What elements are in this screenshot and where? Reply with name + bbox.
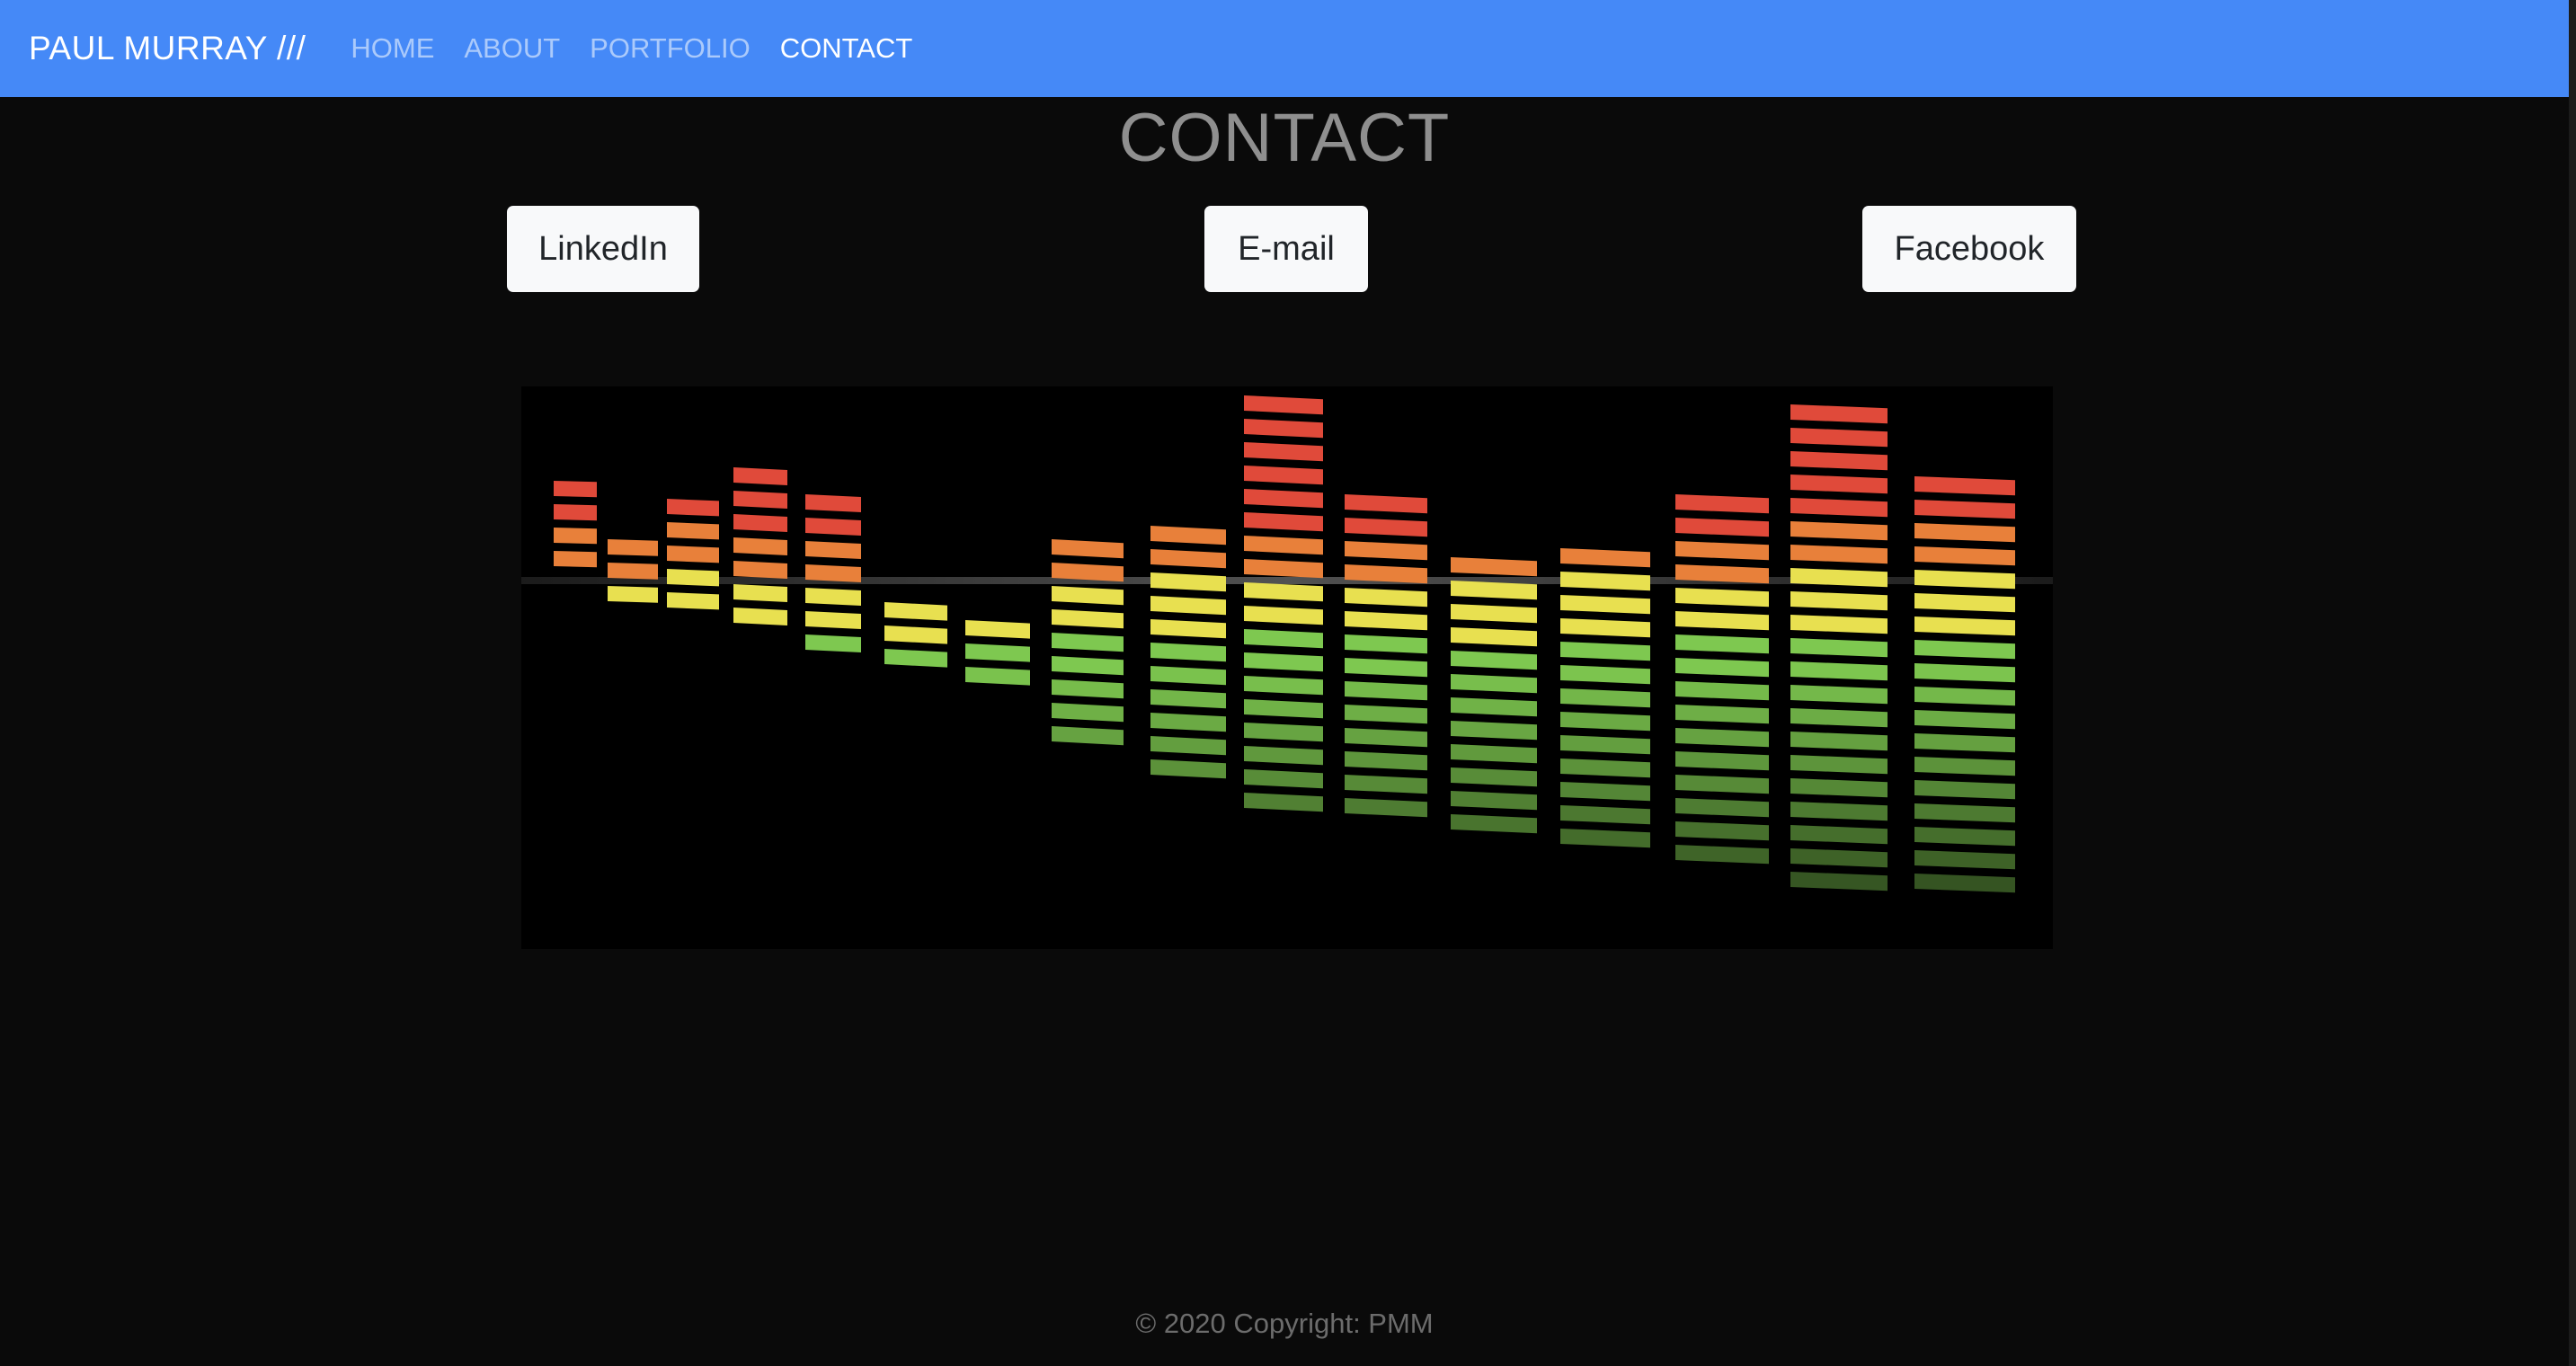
equalizer-segment	[554, 551, 597, 568]
equalizer-segment	[554, 504, 597, 521]
equalizer-segment	[608, 586, 658, 603]
facebook-button[interactable]: Facebook	[1862, 206, 2076, 292]
nav-link-portfolio[interactable]: PORTFOLIO	[590, 32, 751, 65]
equalizer-segment	[667, 546, 719, 563]
equalizer-segment	[733, 584, 787, 602]
equalizer-segment	[733, 537, 787, 555]
navbar: PAUL MURRAY /// HOME ABOUT PORTFOLIO CON…	[0, 0, 2569, 97]
brand-logo[interactable]: PAUL MURRAY ///	[29, 30, 306, 67]
equalizer-segment	[884, 625, 947, 644]
equalizer-segment	[884, 649, 947, 668]
equalizer-segment	[667, 499, 719, 517]
page-title: CONTACT	[1118, 100, 1451, 176]
equalizer-segment	[733, 514, 787, 532]
equalizer-segment	[965, 643, 1030, 662]
equalizer-segment	[608, 563, 658, 580]
equalizer-segment	[805, 541, 861, 559]
equalizer-segment	[733, 608, 787, 625]
equalizer-segment	[805, 564, 861, 582]
email-button[interactable]: E-mail	[1204, 206, 1368, 292]
equalizer-segment	[554, 481, 597, 498]
equalizer-segment	[805, 611, 861, 629]
equalizer-segment	[667, 592, 719, 610]
equalizer-segment	[965, 667, 1030, 686]
nav-link-home[interactable]: HOME	[351, 32, 434, 65]
equalizer-segment	[554, 528, 597, 545]
equalizer-graphic	[521, 386, 2053, 949]
equalizer-segment	[805, 494, 861, 512]
nav-link-about[interactable]: ABOUT	[464, 32, 560, 65]
equalizer-segment	[733, 561, 787, 579]
equalizer-segment	[805, 518, 861, 536]
equalizer-image	[521, 386, 2053, 949]
linkedin-button[interactable]: LinkedIn	[507, 206, 699, 292]
equalizer-segment	[667, 569, 719, 587]
equalizer-segment	[805, 634, 861, 652]
equalizer-segment	[965, 620, 1030, 639]
page: PAUL MURRAY /// HOME ABOUT PORTFOLIO CON…	[0, 0, 2576, 1366]
footer-copyright: © 2020 Copyright: PMM	[1135, 1308, 1434, 1339]
equalizer-segment	[608, 539, 658, 556]
scrollbar-edge	[2569, 0, 2576, 1366]
equalizer-segment	[733, 491, 787, 509]
equalizer-segment	[884, 602, 947, 621]
nav-link-contact[interactable]: CONTACT	[780, 32, 913, 65]
nav-links: HOME ABOUT PORTFOLIO CONTACT	[351, 32, 942, 65]
equalizer-segment	[667, 522, 719, 540]
equalizer-segment	[805, 588, 861, 606]
equalizer-segment	[733, 467, 787, 485]
